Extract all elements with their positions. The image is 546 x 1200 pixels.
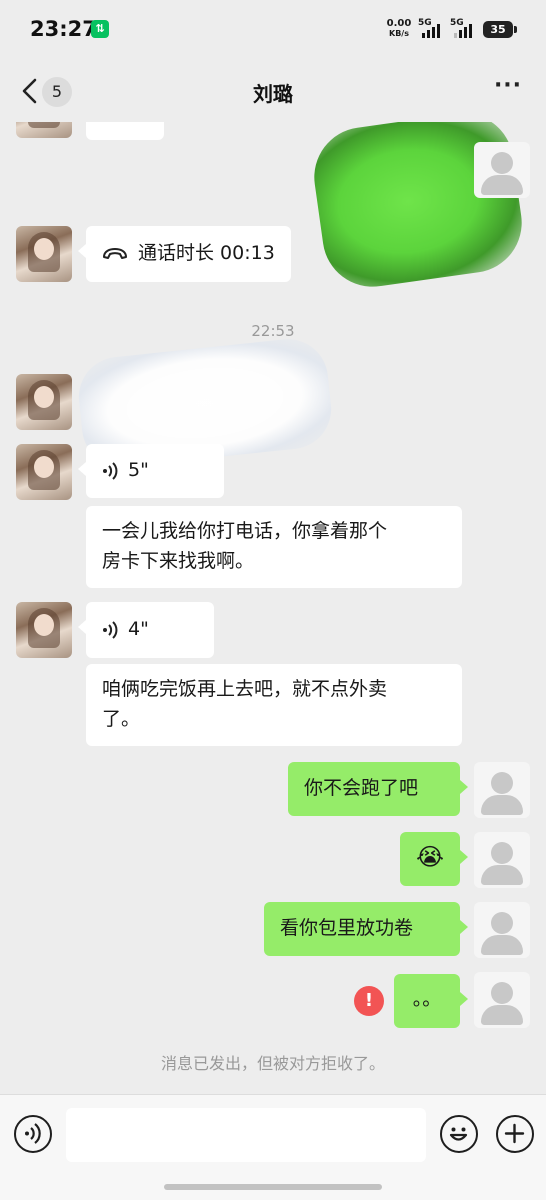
message-timestamp: 22:53: [251, 322, 295, 340]
text-message-bubble-self[interactable]: 看你包里放功卷: [264, 902, 468, 956]
text-message-bubble[interactable]: 一会儿我给你打电话，你拿着那个 房卡下来找我啊。: [86, 506, 462, 588]
message-text: 你不会跑了吧: [304, 777, 419, 799]
avatar[interactable]: [16, 226, 72, 282]
chat-message-list[interactable]: 通话时长 00:13 22:53 5" 一会儿我给你打电话，你拿着那个 房卡下来…: [0, 122, 546, 1094]
avatar[interactable]: [16, 444, 72, 500]
crying-face-emoji: 😭: [415, 843, 445, 871]
message-text: 看你包里放功卷: [280, 917, 414, 939]
voice-duration: 5": [128, 459, 149, 481]
avatar-self[interactable]: [474, 972, 530, 1028]
network-speed-value: 0.00: [386, 18, 412, 29]
emoji-face-icon[interactable]: [440, 1115, 478, 1153]
voice-duration: 4": [128, 618, 149, 640]
network-speed: 0.00 KB/s: [384, 19, 414, 39]
avatar[interactable]: [16, 122, 72, 138]
more-dots-icon[interactable]: ···: [488, 75, 528, 102]
data-transfer-icon: ⇅: [91, 20, 109, 38]
avatar-self[interactable]: [474, 762, 530, 818]
status-bar: 23:27 ⇅ 0.00 KB/s 5G 5G 35: [0, 0, 546, 60]
battery-icon: 35: [483, 21, 513, 38]
voice-wave-icon: [103, 461, 118, 480]
call-duration-text: 通话时长 00:13: [138, 242, 275, 264]
status-time: 23:27: [30, 17, 97, 41]
emoji-message-bubble[interactable]: 😭: [400, 832, 468, 886]
avatar-self[interactable]: [474, 902, 530, 958]
send-failed-icon[interactable]: !: [354, 986, 384, 1016]
battery-level: 35: [490, 23, 506, 36]
message-bubble-clipped[interactable]: [86, 122, 164, 140]
home-indicator: [164, 1184, 382, 1190]
voice-message-bubble[interactable]: 5": [78, 444, 224, 498]
chat-header: 5 刘璐 ···: [0, 60, 546, 122]
avatar[interactable]: [16, 374, 72, 430]
message-input[interactable]: [66, 1108, 426, 1162]
message-rejected-notice: 消息已发出，但被对方拒收了。: [160, 1054, 385, 1073]
voice-input-icon[interactable]: [14, 1115, 52, 1153]
text-message-bubble[interactable]: 咱俩吃完饭再上去吧，就不点外卖 了。: [86, 664, 462, 746]
message-text-line: 房卡下来找我啊。: [102, 550, 255, 572]
plus-icon[interactable]: [496, 1115, 534, 1153]
avatar[interactable]: [16, 602, 72, 658]
avatar-self[interactable]: [474, 142, 530, 198]
plus-glyph: [504, 1123, 525, 1144]
signal-icon-1: 5G: [418, 18, 446, 40]
voice-message-bubble[interactable]: 4": [78, 602, 214, 658]
signal-icon-2: 5G: [450, 18, 478, 40]
phone-handset-icon: [103, 247, 127, 259]
chat-title: 刘璐: [253, 82, 293, 106]
message-text: 。。: [412, 988, 442, 1010]
call-record-bubble[interactable]: 通话时长 00:13: [78, 226, 291, 282]
voice-wave-icon: [103, 620, 118, 639]
message-text-line: 一会儿我给你打电话，你拿着那个: [102, 520, 388, 542]
text-message-bubble-self[interactable]: 。。: [394, 974, 468, 1028]
message-text-line: 咱俩吃完饭再上去吧，就不点外卖: [102, 678, 388, 700]
voice-wave-glyph: [25, 1123, 41, 1144]
battery-tip: [514, 26, 517, 33]
network-speed-unit: KB/s: [389, 29, 409, 38]
message-text-line: 了。: [102, 708, 141, 730]
text-message-bubble-self[interactable]: 你不会跑了吧: [288, 762, 468, 816]
emoji-face-glyph: [449, 1127, 468, 1141]
avatar-self[interactable]: [474, 832, 530, 888]
